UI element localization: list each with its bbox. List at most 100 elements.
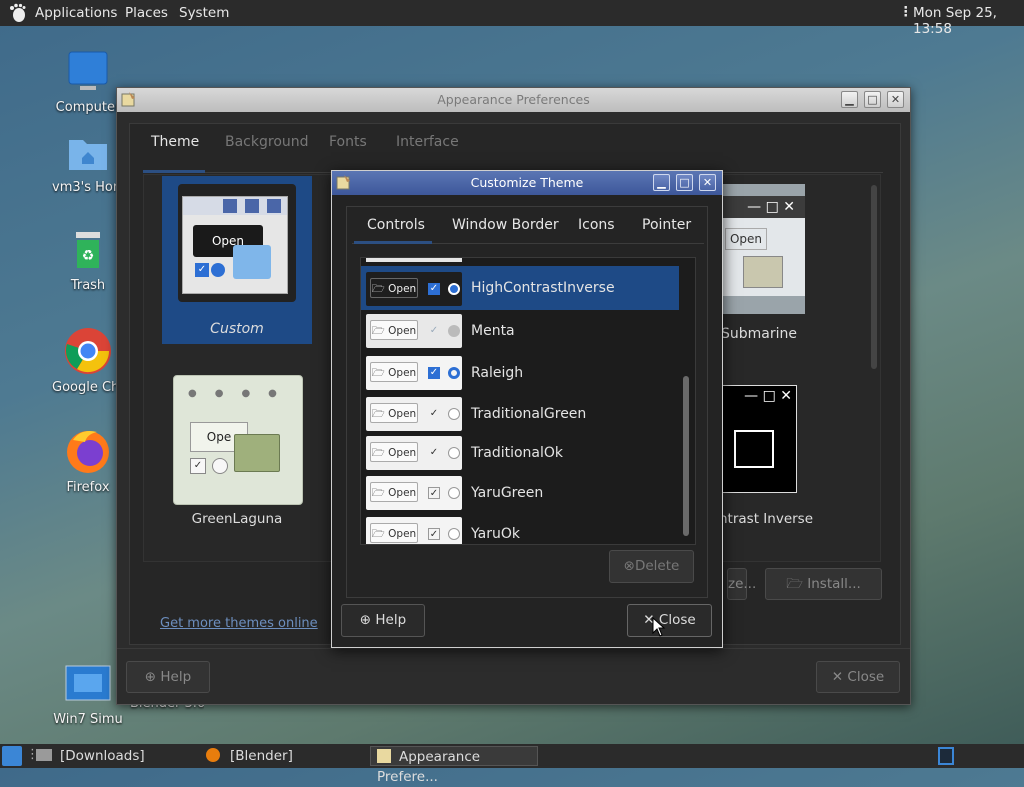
theme-name: Custom [210,321,264,337]
customize-button[interactable]: ze... [727,568,756,600]
radio-icon [211,263,225,277]
radio-icon [448,447,460,459]
theme-item-submarine[interactable]: — □ ✕ Open Submarine [721,184,805,342]
radio-icon [448,325,460,337]
appearance-titlebar[interactable]: Appearance Preferences ▁ □ ✕ [117,88,910,112]
trash-icon: ♻ [76,232,100,268]
theme-row-name: HighContrastInverse [471,280,615,296]
task-blender[interactable]: [Blender] [206,746,366,766]
theme-item-highcontrastinverse[interactable]: — □ ✕ [721,385,797,493]
desktop-icon-chrome[interactable]: Google Chrome [50,326,126,395]
gnome-foot-icon[interactable] [8,3,28,23]
help-icon: ⊕ [359,612,372,628]
folder-icon: 🗁 [371,325,385,337]
tab-pointer[interactable]: Pointer [642,217,691,233]
install-button[interactable]: 🗁 Install... [765,568,882,600]
folder-icon [36,749,52,761]
radio-icon [212,458,228,474]
clock[interactable]: Mon Sep 25, 13:58 [913,5,1024,37]
radio-icon [448,367,460,379]
theme-item-greenlaguna[interactable]: ●●●● Ope ✓ [173,375,303,505]
folder-icon: 🗁 [786,576,803,592]
theme-row-name: YaruOk [471,526,520,542]
customize-theme-dialog: Customize Theme ▁ □ ✕ Controls Window Bo… [331,170,723,648]
theme-preview: 🗁 Open ✓ [366,356,462,390]
desktop-icon-home[interactable]: vm3's Home [50,130,126,195]
tab-icons[interactable]: Icons [578,217,615,233]
checkbox-icon: ✓ [428,487,440,499]
theme-name: Submarine [721,326,797,342]
theme-item-custom[interactable]: Open ✓ Custom [162,176,312,344]
tab-controls[interactable]: Controls [367,217,425,233]
checkbox-icon: ✓ [428,367,440,379]
computer-icon [68,51,108,90]
desktop-icon-trash[interactable]: ♻ Trash [50,228,126,293]
folder-icon [234,434,280,472]
theme-name: GreenLaguna [191,511,283,527]
help-button[interactable]: ⊕ Help [126,661,210,693]
controls-theme-list[interactable]: 🗁 Open ✓ HighContrastInverse 🗁 Open ✓ Me… [360,257,696,545]
checkbox-icon: ✓ [429,408,439,419]
tab-window-border[interactable]: Window Border [452,217,559,233]
show-desktop-icon[interactable] [2,746,22,766]
theme-scrollbar[interactable] [871,185,877,369]
menu-places[interactable]: Places [125,5,168,21]
menu-system[interactable]: System [179,5,229,21]
checkbox-icon: ✓ [190,458,206,474]
close-button[interactable]: ✕ Close [627,604,712,637]
maximize-button[interactable]: □ [676,174,693,191]
active-tab-indicator [143,170,205,173]
help-button[interactable]: ⊕ Help [341,604,425,637]
theme-preview: 🗁 Open ✓ [366,314,462,348]
task-appearance[interactable]: Appearance Prefere... [370,746,538,785]
list-item[interactable]: 🗁 Open ✓ Menta [361,310,679,350]
checkbox-icon: ✓ [195,263,209,277]
folder-icon [233,245,271,279]
tab-interface[interactable]: Interface [396,134,459,150]
minimize-button[interactable]: ▁ [653,174,670,191]
desktop-icon-label: vm3's Home [52,180,126,195]
list-item[interactable]: 🗁 Open ✓ YaruOk [361,513,679,544]
folder-icon: 🗁 [371,447,385,459]
tab-theme[interactable]: Theme [151,134,199,150]
desktop-icon-firefox[interactable]: Firefox [50,426,126,495]
close-window-button[interactable]: ✕ [699,174,716,191]
list-item[interactable]: 🗁 Open ✓ HighContrastInverse [361,266,679,310]
task-downloads[interactable]: [Downloads] [36,746,196,766]
list-item[interactable]: 🗁 Open ✓ YaruGreen [361,472,679,512]
radio-icon [448,528,460,540]
folder-icon: 🗁 [371,487,385,499]
get-more-themes-link[interactable]: Get more themes online [160,616,318,631]
panel-menu-icon[interactable]: ⋮ [899,4,913,20]
list-item[interactable]: 🗁 Open ✓ TraditionalOk [361,432,679,472]
list-item[interactable]: 🗁 Open ✓ TraditionalGreen [361,393,679,433]
theme-row-name: TraditionalOk [471,445,564,461]
radio-icon [448,283,460,295]
folder-icon: 🗁 [371,528,385,540]
tab-fonts[interactable]: Fonts [329,134,367,150]
win7-icon [65,665,111,701]
theme-preview: 🗁 Open ✓ [366,476,462,510]
desktop-icon-label: Firefox [66,480,110,495]
desktop-icon-computer[interactable]: Computer [50,50,126,115]
checkbox-icon: ✓ [428,528,440,540]
menu-applications[interactable]: Applications [35,5,117,21]
folder-icon: 🗁 [371,367,385,379]
tab-background[interactable]: Background [225,134,309,150]
checkbox-icon: ✓ [429,447,439,458]
radio-icon [448,408,460,420]
dialog-titlebar[interactable]: Customize Theme ▁ □ ✕ [332,171,722,195]
close-window-button[interactable]: ✕ [887,91,904,108]
list-item[interactable]: 🗁 Open ✓ Raleigh [361,352,679,392]
desktop-icon-label: Google Chrome [52,380,126,395]
checkbox-icon: ✓ [428,283,440,295]
maximize-button[interactable]: □ [864,91,881,108]
minimize-button[interactable]: ▁ [841,91,858,108]
firefox-icon [67,431,109,473]
workspace-switcher[interactable] [938,747,954,765]
list-scrollbar[interactable] [683,376,689,536]
delete-button[interactable]: ⊗Delete [609,550,694,583]
theme-preview: 🗁 Open ✓ [366,517,462,544]
desktop-icon-win7[interactable]: Win7 Simu [50,662,126,727]
close-button[interactable]: ✕ Close [816,661,900,693]
